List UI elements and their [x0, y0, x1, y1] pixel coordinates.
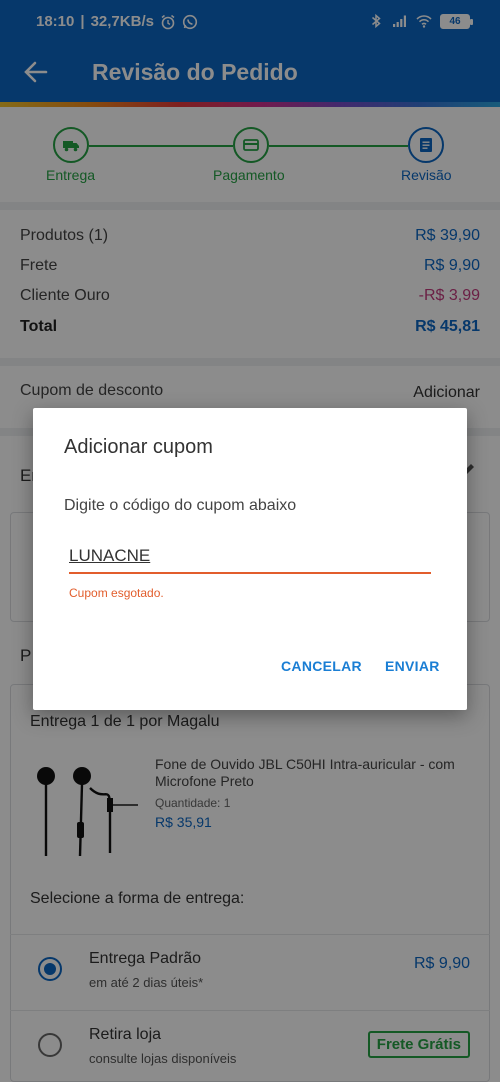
cancel-button[interactable]: CANCELAR [281, 658, 362, 674]
dialog-title: Adicionar cupom [64, 436, 213, 458]
coupon-code-input[interactable] [69, 540, 431, 574]
dialog-message: Digite o código do cupom abaixo [64, 497, 297, 514]
add-coupon-dialog: Adicionar cupom Digite o código do cupom… [33, 408, 467, 710]
submit-button[interactable]: ENVIAR [385, 658, 440, 674]
coupon-error-message: Cupom esgotado. [69, 586, 164, 600]
